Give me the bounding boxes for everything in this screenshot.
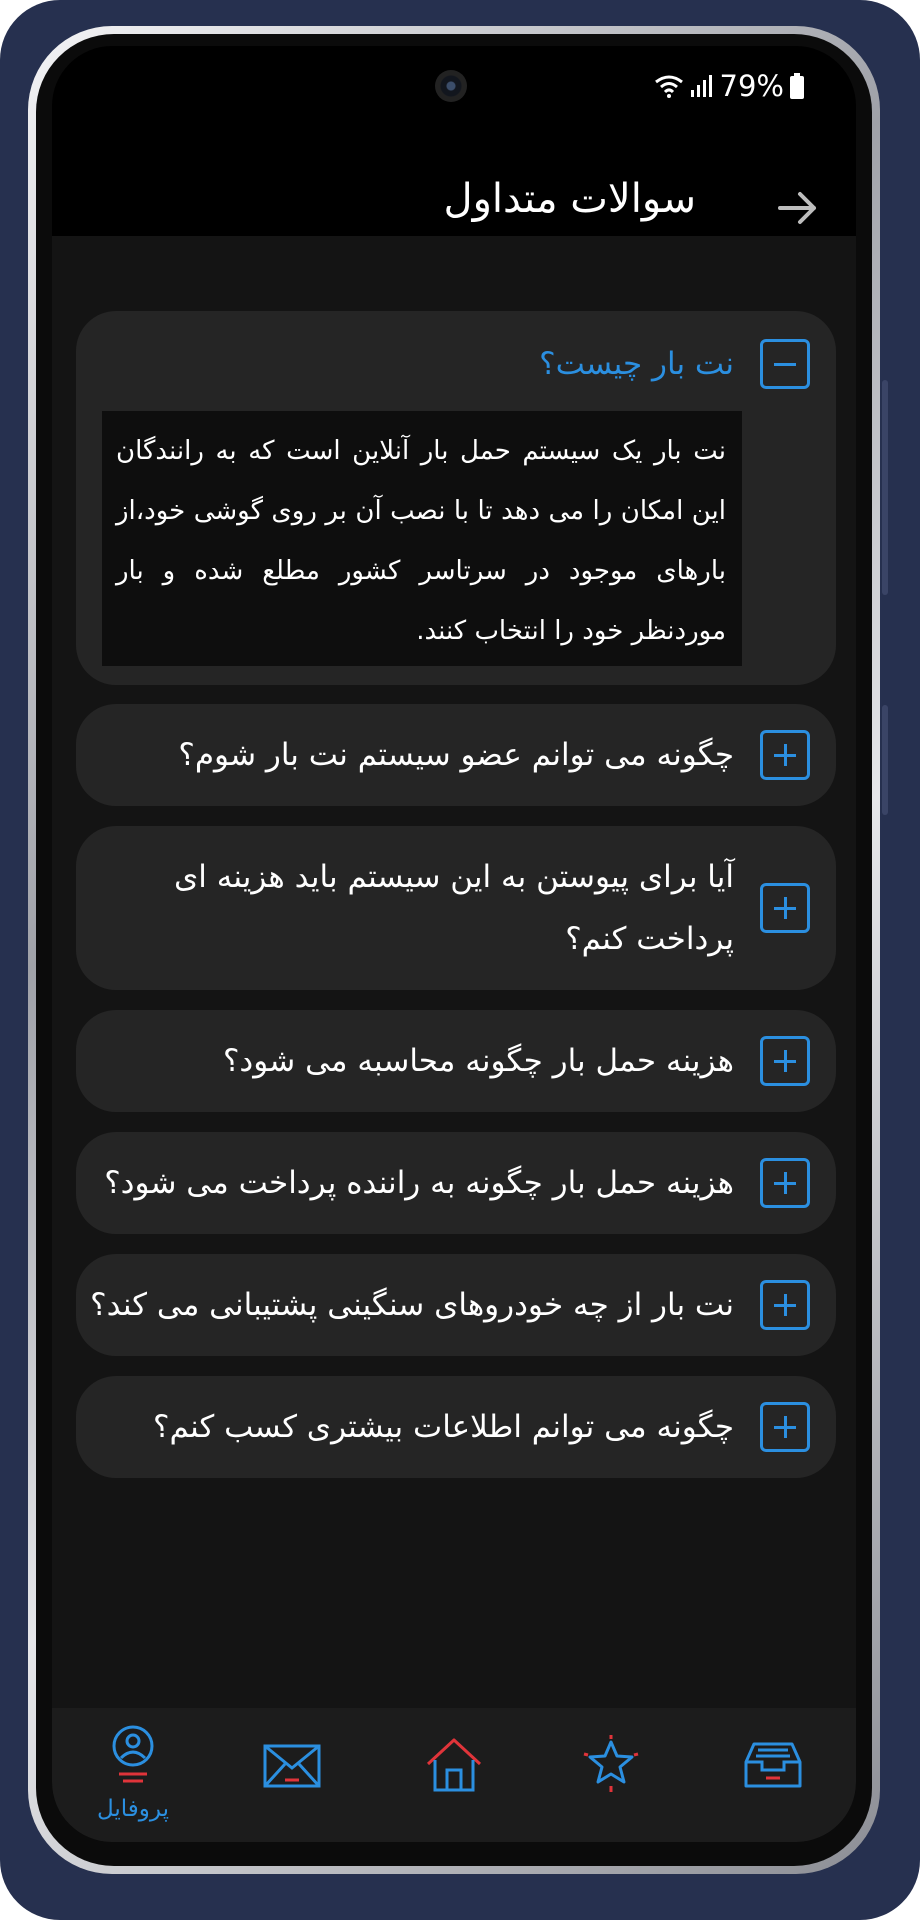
battery-icon (790, 73, 804, 99)
front-camera (435, 70, 467, 102)
faq-item[interactable]: هزینه حمل بار چگونه محاسبه می شود؟ (76, 1010, 836, 1112)
plus-icon[interactable] (760, 1402, 810, 1452)
nav-profile-label: پروفایل (96, 1796, 170, 1822)
inbox-tray-icon (744, 1742, 802, 1788)
signal-icon (690, 75, 712, 97)
star-icon (583, 1735, 639, 1792)
battery-percent: 79% (719, 69, 784, 103)
phone-device: 79% سوالات متداول نت بار چیست؟ نت بار یک… (0, 0, 920, 1920)
status-bar: 79% (52, 46, 856, 156)
plus-icon[interactable] (760, 1036, 810, 1086)
page-title: سوالات متداول (443, 176, 696, 222)
faq-question[interactable]: هزینه حمل بار چگونه به راننده پرداخت می … (104, 1152, 734, 1214)
faq-list: نت بار چیست؟ نت بار یک سیستم حمل بار آنل… (52, 236, 856, 1756)
faq-question[interactable]: چگونه می توانم عضو سیستم نت بار شوم؟ (178, 724, 734, 786)
volume-button (882, 380, 888, 595)
nav-favorites[interactable] (536, 1708, 686, 1842)
home-icon (426, 1738, 482, 1792)
envelope-icon (263, 1744, 321, 1788)
phone-screen: 79% سوالات متداول نت بار چیست؟ نت بار یک… (52, 46, 856, 1842)
plus-icon[interactable] (760, 883, 810, 933)
faq-question[interactable]: هزینه حمل بار چگونه محاسبه می شود؟ (223, 1030, 734, 1092)
faq-item[interactable]: هزینه حمل بار چگونه به راننده پرداخت می … (76, 1132, 836, 1234)
nav-inbox[interactable] (698, 1708, 848, 1842)
status-icons: 79% (654, 64, 804, 108)
faq-question[interactable]: نت بار از چه خودروهای سنگینی پشتیبانی می… (90, 1274, 734, 1336)
profile-icon (112, 1725, 154, 1783)
plus-icon[interactable] (760, 730, 810, 780)
wifi-icon (654, 75, 683, 98)
nav-profile[interactable]: پروفایل (58, 1708, 208, 1842)
faq-item[interactable]: نت بار از چه خودروهای سنگینی پشتیبانی می… (76, 1254, 836, 1356)
faq-item[interactable]: چگونه می توانم اطلاعات بیشتری کسب کنم؟ (76, 1376, 836, 1478)
faq-answer-text: نت بار یک سیستم حمل بار آنلاین است که به… (116, 436, 726, 646)
minus-icon[interactable] (760, 339, 810, 389)
nav-home[interactable] (379, 1708, 529, 1842)
faq-question[interactable]: چگونه می توانم اطلاعات بیشتری کسب کنم؟ (153, 1396, 734, 1458)
arrow-back-icon[interactable] (776, 186, 820, 230)
plus-icon[interactable] (760, 1280, 810, 1330)
faq-item[interactable]: آیا برای پیوستن به این سیستم باید هزینه … (76, 826, 836, 990)
bottom-nav: پروفایل (52, 1708, 856, 1842)
faq-question[interactable]: آیا برای پیوستن به این سیستم باید هزینه … (154, 846, 734, 970)
power-button (882, 705, 888, 815)
plus-icon[interactable] (760, 1158, 810, 1208)
nav-messages[interactable] (217, 1708, 367, 1842)
faq-answer: نت بار یک سیستم حمل بار آنلاین است که به… (102, 411, 742, 666)
faq-question[interactable]: نت بار چیست؟ (539, 333, 734, 395)
faq-item[interactable]: نت بار چیست؟ نت بار یک سیستم حمل بار آنل… (76, 311, 836, 685)
faq-item[interactable]: چگونه می توانم عضو سیستم نت بار شوم؟ (76, 704, 836, 806)
